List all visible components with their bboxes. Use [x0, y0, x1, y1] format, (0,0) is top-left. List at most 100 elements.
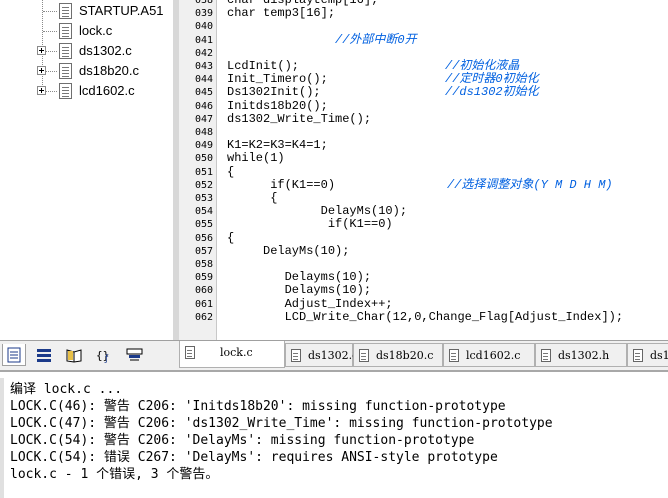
- line-number: 038: [195, 0, 214, 6]
- file-icon: [359, 349, 369, 362]
- code-line[interactable]: 052 if(K1==0) //选择调整对象(Y M D H M): [179, 177, 668, 192]
- code-text: char temp3[16];: [227, 6, 336, 21]
- code-line[interactable]: 043 LcdInit();//初始化液晶: [179, 60, 668, 73]
- line-number: 041: [195, 34, 214, 46]
- code-line[interactable]: 055 if(K1==0): [179, 218, 668, 231]
- code-line[interactable]: 053 {: [179, 192, 668, 205]
- line-number: 045: [195, 87, 214, 99]
- tab-registers[interactable]: [32, 344, 56, 366]
- code-line[interactable]: 050 while(1): [179, 152, 668, 165]
- code-text: {: [227, 230, 235, 245]
- line-number: 056: [195, 232, 214, 244]
- code-comment: //选择调整对象(Y M D H M): [447, 177, 613, 192]
- line-number: 062: [195, 311, 214, 323]
- code-text: DelayMs(10);: [227, 204, 408, 219]
- code-line[interactable]: 058: [179, 258, 668, 271]
- code-text: Delayms(10);: [227, 283, 372, 298]
- tab-project-files[interactable]: [2, 344, 26, 366]
- code-line[interactable]: 040: [179, 20, 668, 33]
- code-text: Initds18b20();: [227, 98, 328, 113]
- code-line[interactable]: 039 char temp3[16];: [179, 7, 668, 20]
- line-number: 053: [195, 193, 214, 204]
- line-number: 043: [195, 61, 214, 72]
- code-text: {: [227, 191, 278, 205]
- output-line: lock.c - 1 个错误, 3 个警告。: [10, 467, 219, 482]
- tab-label: lock.c: [220, 346, 253, 359]
- line-number: 054: [195, 206, 214, 218]
- line-number: 057: [195, 245, 214, 257]
- output-line: LOCK.C(46): 警告 C206: 'Initds18b20': miss…: [10, 399, 506, 414]
- code-line[interactable]: 048: [179, 126, 668, 139]
- line-number: 040: [195, 21, 214, 33]
- books-icon: [66, 349, 82, 363]
- tree-item-lcd1602-c[interactable]: lcd1602.c: [0, 81, 173, 101]
- expand-plus-icon[interactable]: [37, 86, 46, 95]
- code-text: Delayms(10);: [227, 270, 372, 285]
- line-number: 059: [195, 272, 214, 284]
- output-line: LOCK.C(54): 警告 C206: 'DelayMs': missing …: [10, 433, 475, 448]
- code-line[interactable]: 049 K1=K2=K3=K4=1;: [179, 139, 668, 152]
- line-number: 060: [195, 285, 214, 297]
- tab-ds1302-c[interactable]: ds1302.c: [285, 343, 358, 367]
- file-icon: [59, 63, 72, 79]
- tab-functions[interactable]: {} ƒ: [92, 344, 116, 366]
- tree-item-startup[interactable]: STARTUP.A51: [0, 1, 173, 21]
- file-icon: [449, 349, 459, 362]
- line-number: 048: [195, 127, 214, 138]
- code-line[interactable]: 045 Ds1302Init(); //ds1302初始化: [179, 86, 668, 99]
- line-number: 042: [195, 47, 214, 59]
- line-number: 047: [195, 113, 214, 125]
- line-number: 046: [195, 100, 214, 112]
- file-icon: [291, 349, 301, 362]
- code-line[interactable]: 054 DelayMs(10);: [179, 205, 668, 218]
- code-text: LcdInit();: [227, 59, 300, 73]
- tree-item-ds18b20-c[interactable]: ds18b20.c: [0, 61, 173, 81]
- tree-item-lock-c[interactable]: lock.c: [0, 21, 173, 41]
- code-text: {: [227, 164, 235, 179]
- line-number: 058: [195, 259, 214, 270]
- code-line[interactable]: 062 LCD_Write_Char(12,0,Change_Flag[Adju…: [179, 310, 668, 324]
- tab-ds1[interactable]: ds1: [627, 343, 668, 367]
- tab-lcd1602-c[interactable]: lcd1602.c: [443, 343, 535, 367]
- code-line[interactable]: 041 //外部中断0开: [179, 32, 668, 47]
- code-editor[interactable]: 038 char displaytemp[16]; 039 char temp3[16…: [179, 0, 668, 340]
- tab-label: ds1302.c: [308, 349, 359, 362]
- tree-connector: [43, 31, 57, 32]
- code-line[interactable]: 051 {: [179, 164, 668, 179]
- code-text: if(K1==0): [227, 217, 393, 232]
- code-line[interactable]: 056 {: [179, 230, 668, 245]
- registers-icon: [37, 349, 51, 362]
- code-line[interactable]: 059 Delayms(10);: [179, 271, 668, 284]
- tab-label: ds18b20.c: [376, 349, 434, 362]
- tab-ds1302-h[interactable]: ds1302.h: [535, 343, 627, 367]
- project-tree[interactable]: STARTUP.A51 lock.c ds1302.c ds18b20.c lc…: [0, 0, 173, 340]
- line-number: 044: [195, 74, 214, 86]
- file-icon: [185, 346, 195, 359]
- output-line: LOCK.C(54): 错误 C267: 'DelayMs': requires…: [10, 450, 498, 465]
- code-line[interactable]: 044 Init_Timero();//定时器0初始化: [179, 73, 668, 86]
- tree-item-ds1302-c[interactable]: ds1302.c: [0, 41, 173, 61]
- code-line[interactable]: 057 DelayMs(10);: [179, 244, 668, 258]
- build-output-window[interactable]: 编译 lock.c ... LOCK.C(46): 警告 C206: 'Init…: [0, 370, 668, 498]
- tab-templates[interactable]: [122, 344, 146, 366]
- functions-icon: {} ƒ: [96, 349, 109, 363]
- output-left-bar: [0, 378, 4, 498]
- tab-lock-c[interactable]: lock.c: [179, 341, 285, 368]
- file-icon: [541, 349, 551, 362]
- code-line[interactable]: 046 Initds18b20();: [179, 98, 668, 113]
- tab-books[interactable]: [62, 344, 86, 366]
- tree-item-label: STARTUP.A51: [79, 3, 164, 18]
- line-number: 039: [195, 8, 214, 20]
- code-comment: //外部中断0开: [335, 32, 417, 47]
- tab-ds18b20-c[interactable]: ds18b20.c: [353, 343, 443, 367]
- line-number: 051: [195, 166, 214, 178]
- file-icon: [59, 43, 72, 59]
- code-line[interactable]: 061 Adjust_Index++;: [179, 297, 668, 311]
- expand-plus-icon[interactable]: [37, 46, 46, 55]
- line-number: 061: [195, 298, 214, 310]
- code-line[interactable]: 042: [179, 47, 668, 60]
- code-line[interactable]: 047 ds1302_Write_Time();: [179, 112, 668, 126]
- code-line[interactable]: 060 Delayms(10);: [179, 284, 668, 297]
- expand-plus-icon[interactable]: [37, 66, 46, 75]
- code-text: Init_Timero();: [227, 72, 328, 87]
